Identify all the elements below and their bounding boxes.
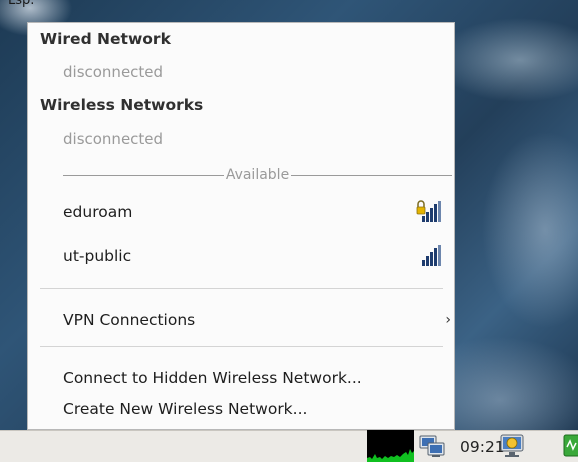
wired-network-header: Wired Network	[40, 30, 171, 48]
menu-separator	[40, 346, 443, 347]
wireless-networks-header: Wireless Networks	[40, 96, 204, 114]
app-icon[interactable]	[563, 433, 578, 459]
network-name: eduroam	[63, 203, 133, 221]
network-item-eduroam[interactable]: eduroam	[28, 194, 454, 230]
available-label: Available	[225, 167, 290, 183]
wifi-signal-lock-icon	[416, 200, 441, 222]
vpn-connections-label: VPN Connections	[63, 311, 196, 329]
background-window-text: Lsp.	[8, 0, 35, 8]
create-new-network-item[interactable]: Create New Wireless Network...	[28, 394, 454, 424]
wireless-networks-status: disconnected	[63, 130, 164, 148]
connect-hidden-network-item[interactable]: Connect to Hidden Wireless Network...	[28, 363, 454, 393]
connect-hidden-network-label: Connect to Hidden Wireless Network...	[63, 369, 362, 387]
wired-network-status: disconnected	[63, 63, 164, 81]
wifi-signal-icon	[422, 245, 441, 266]
network-graph-icon[interactable]	[367, 430, 414, 462]
create-new-network-label: Create New Wireless Network...	[63, 400, 308, 418]
menu-separator	[40, 288, 443, 289]
submenu-arrow-icon: ›	[445, 312, 451, 328]
network-name: ut-public	[63, 247, 132, 265]
network-computers-icon[interactable]	[418, 433, 448, 459]
available-separator: Available	[63, 165, 452, 185]
network-menu: Wired Network disconnected Wireless Netw…	[27, 22, 455, 430]
network-item-ut-public[interactable]: ut-public	[28, 238, 454, 274]
update-notifier-icon[interactable]	[498, 433, 526, 459]
vpn-connections-menu[interactable]: VPN Connections ›	[28, 305, 454, 335]
